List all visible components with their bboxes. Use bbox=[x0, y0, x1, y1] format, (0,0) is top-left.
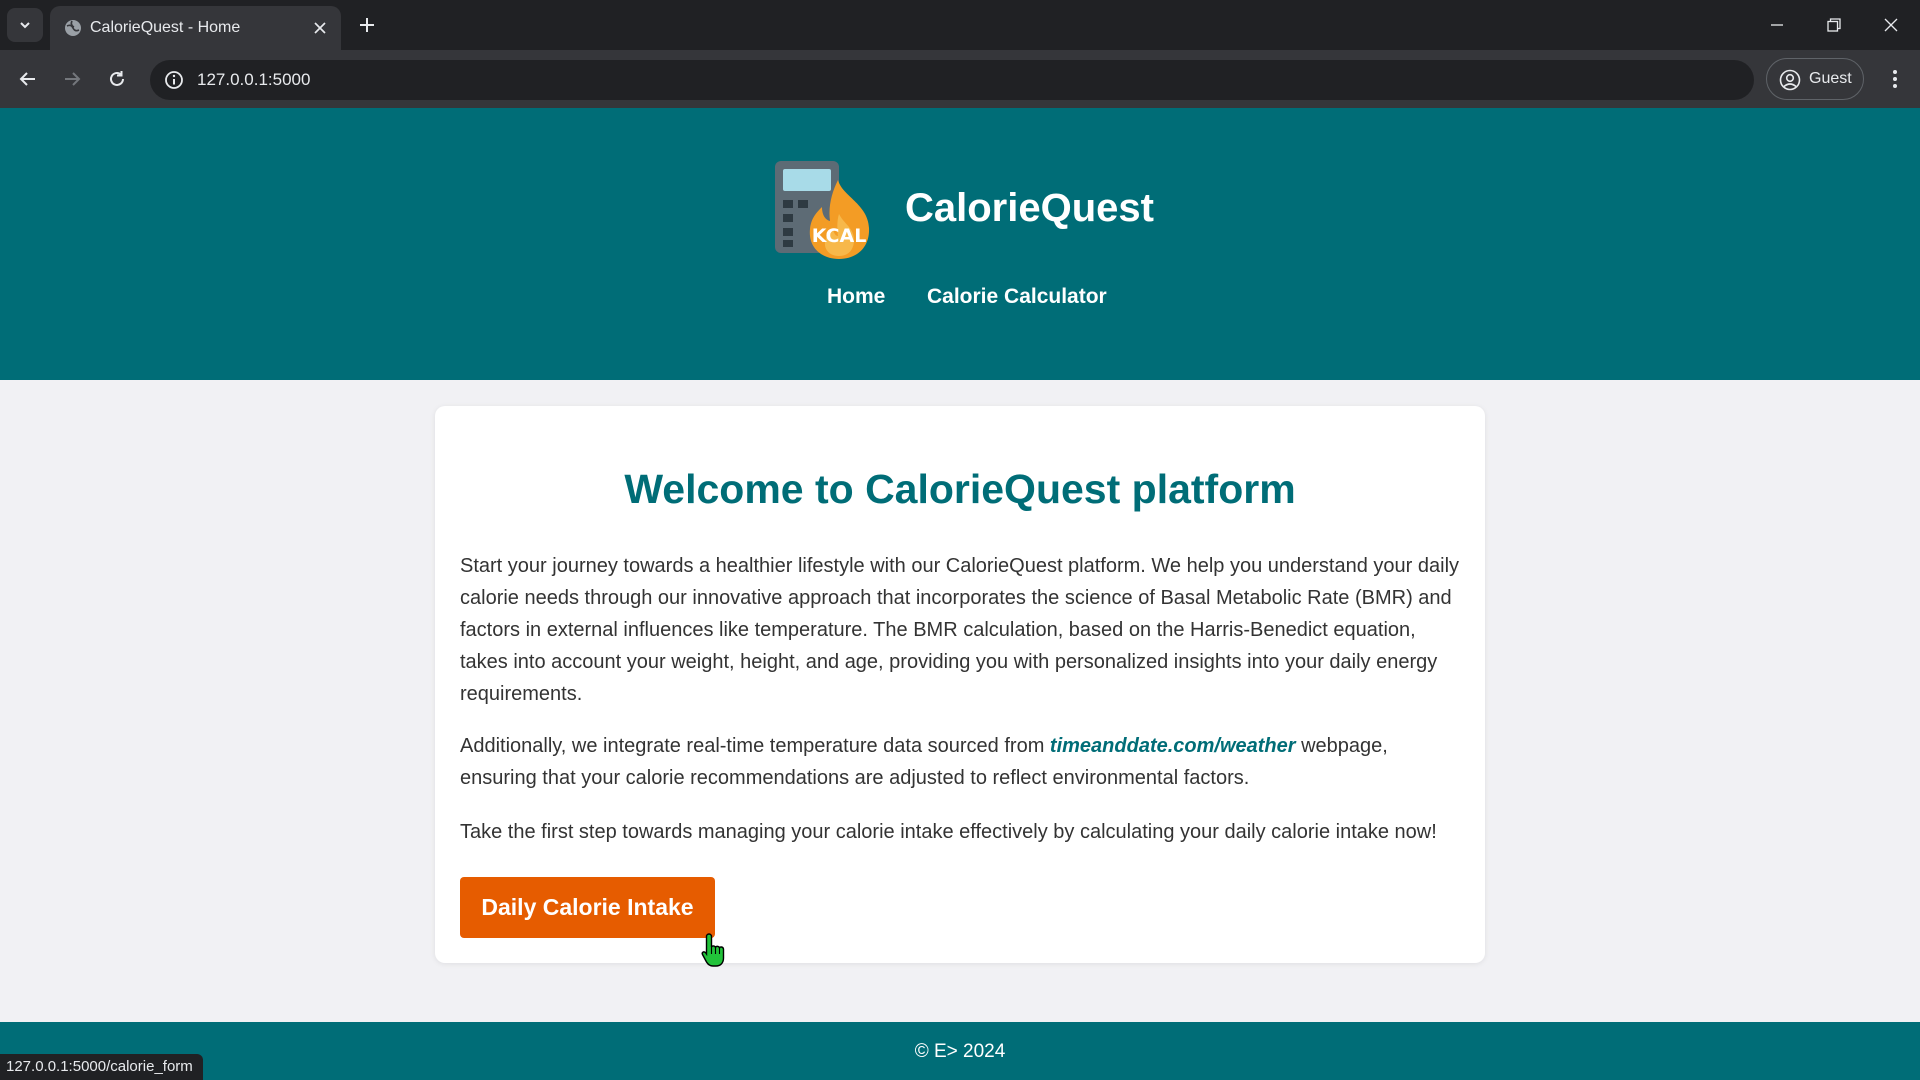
daily-calorie-intake-button[interactable]: Daily Calorie Intake bbox=[460, 877, 715, 938]
forward-icon bbox=[65, 72, 81, 86]
chevron-down-icon bbox=[20, 22, 30, 29]
close-icon bbox=[314, 22, 326, 34]
restore-button[interactable] bbox=[1819, 10, 1849, 40]
calculator-flame-logo: KCAL bbox=[775, 161, 870, 259]
browser-toolbar: 127.0.0.1:5000 Guest bbox=[0, 50, 1920, 108]
browser-menu-button[interactable] bbox=[1880, 62, 1910, 96]
plus-icon bbox=[360, 18, 374, 32]
temperature-text-before: Additionally, we integrate real-time tem… bbox=[460, 735, 1050, 757]
temperature-paragraph: Additionally, we integrate real-time tem… bbox=[460, 730, 1460, 794]
more-menu-icon bbox=[1893, 70, 1897, 88]
browser-tab-bar: CalorieQuest - Home bbox=[0, 0, 1920, 50]
close-window-button[interactable] bbox=[1876, 10, 1906, 40]
call-to-action-paragraph: Take the first step towards managing you… bbox=[460, 821, 1437, 843]
url-text: 127.0.0.1:5000 bbox=[197, 70, 311, 89]
profile-icon bbox=[1779, 69, 1801, 91]
logo-kcal-text: KCAL bbox=[812, 225, 867, 247]
globe-icon bbox=[65, 20, 81, 36]
tab-search-button[interactable] bbox=[7, 8, 43, 42]
restore-icon bbox=[1827, 18, 1841, 32]
active-tab[interactable]: CalorieQuest - Home bbox=[50, 6, 341, 50]
brand-name: CalorieQuest bbox=[905, 186, 1154, 230]
nav-link-home[interactable]: Home bbox=[827, 285, 885, 309]
copyright-text: © E> 2024 bbox=[914, 1041, 1006, 1062]
hand-pointer-cursor bbox=[701, 933, 725, 967]
site-footer: © E> 2024 bbox=[0, 1022, 1920, 1080]
reload-button[interactable] bbox=[100, 62, 134, 96]
page-title: Welcome to CalorieQuest platform bbox=[624, 466, 1296, 512]
close-icon bbox=[1884, 18, 1898, 32]
profile-button[interactable]: Guest bbox=[1766, 58, 1864, 100]
timeanddate-link[interactable]: timeanddate.com/weather bbox=[1050, 735, 1296, 757]
welcome-card: Welcome to CalorieQuest platform Start y… bbox=[435, 406, 1485, 963]
site-info-icon bbox=[165, 71, 183, 89]
back-button[interactable] bbox=[11, 62, 45, 96]
close-tab-button[interactable] bbox=[309, 17, 331, 39]
link-status-bubble: 127.0.0.1:5000/calorie_form bbox=[0, 1054, 203, 1080]
new-tab-button[interactable] bbox=[355, 13, 379, 37]
back-icon bbox=[19, 72, 35, 86]
site-header: KCAL CalorieQuest Home Calorie Calculato… bbox=[0, 108, 1920, 380]
site-info-button[interactable] bbox=[160, 66, 188, 94]
minimize-button[interactable] bbox=[1762, 10, 1792, 40]
nav-link-calorie-calculator[interactable]: Calorie Calculator bbox=[927, 285, 1107, 309]
minimize-icon bbox=[1771, 24, 1783, 26]
profile-label: Guest bbox=[1809, 70, 1852, 87]
address-bar[interactable]: 127.0.0.1:5000 bbox=[150, 60, 1754, 100]
intro-paragraph: Start your journey towards a healthier l… bbox=[460, 555, 1460, 705]
reload-icon bbox=[110, 71, 124, 86]
forward-button[interactable] bbox=[55, 62, 89, 96]
tab-title: CalorieQuest - Home bbox=[90, 19, 241, 36]
